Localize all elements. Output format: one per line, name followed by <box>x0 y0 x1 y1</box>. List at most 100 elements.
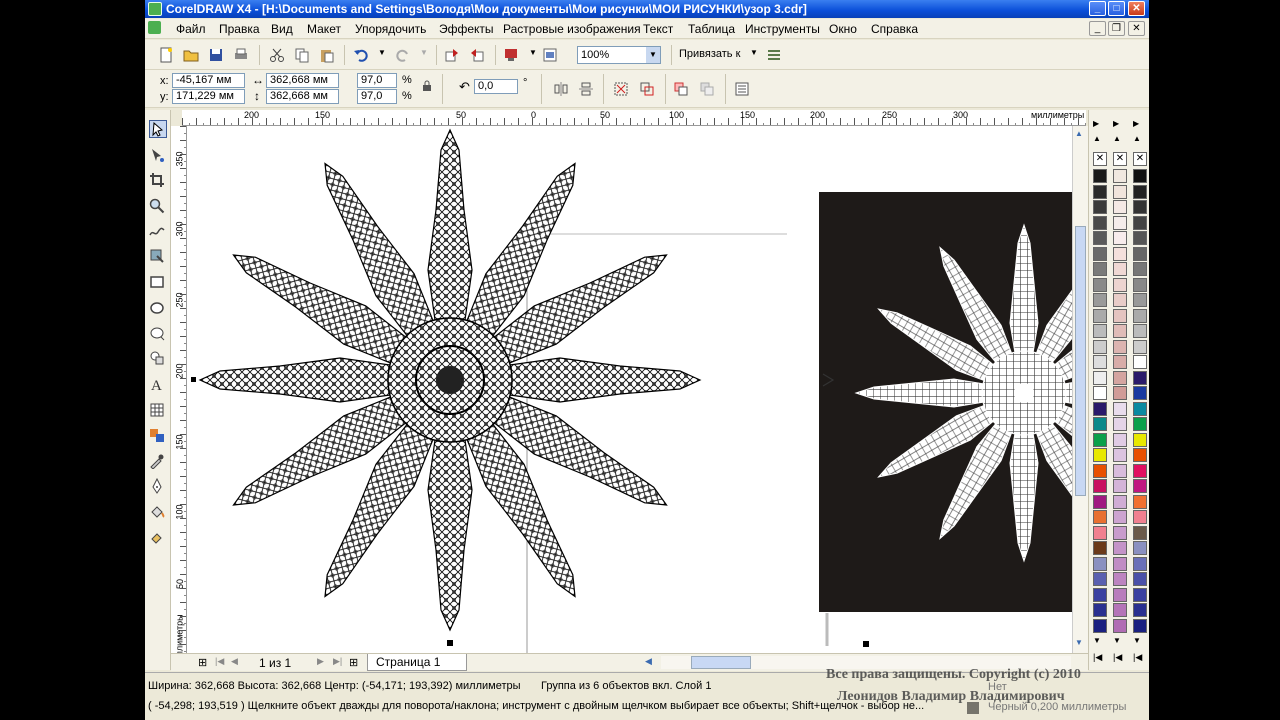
color-swatch[interactable] <box>1093 525 1107 540</box>
color-swatch[interactable] <box>1113 262 1127 276</box>
color-swatch[interactable] <box>1093 386 1107 400</box>
color-swatch[interactable] <box>1093 463 1107 478</box>
palette-scroll-icon[interactable]: ▲ <box>1093 134 1101 143</box>
new-document-icon[interactable] <box>158 47 174 63</box>
color-swatch[interactable] <box>1133 603 1147 617</box>
color-swatch[interactable] <box>1093 603 1107 617</box>
menu-layout[interactable]: Макет <box>307 22 341 36</box>
eyedropper-tool[interactable] <box>149 453 167 471</box>
color-swatch[interactable] <box>1093 370 1107 385</box>
palette-scroll-down-icon[interactable]: ▼ <box>1133 636 1141 645</box>
snap-to-label[interactable]: Привязать к <box>679 48 740 60</box>
export-icon[interactable] <box>469 47 485 63</box>
color-swatch[interactable] <box>1113 386 1127 400</box>
menu-view[interactable]: Вид <box>271 22 293 36</box>
color-swatch[interactable] <box>1093 587 1107 602</box>
undo-icon[interactable] <box>353 47 369 63</box>
color-swatch[interactable] <box>1113 231 1127 245</box>
color-swatch[interactable] <box>1133 324 1147 338</box>
color-swatch[interactable] <box>1093 401 1107 416</box>
doc-minimize-button[interactable]: _ <box>1089 21 1106 36</box>
color-swatch[interactable] <box>1133 215 1147 230</box>
color-swatch[interactable] <box>1093 169 1107 183</box>
color-swatch[interactable] <box>1113 401 1127 416</box>
y-position-field[interactable]: 171,229 мм <box>172 89 245 104</box>
color-swatch[interactable] <box>1113 370 1127 385</box>
color-swatch[interactable] <box>1133 355 1147 369</box>
palette-menu-icon[interactable]: |◀ <box>1133 652 1142 663</box>
color-swatch[interactable] <box>1093 556 1107 571</box>
color-swatch[interactable] <box>1113 215 1127 230</box>
ungroup-icon[interactable] <box>639 81 655 97</box>
zoom-level-select[interactable]: 100% ▼ <box>577 46 661 64</box>
menu-window[interactable]: Окно <box>829 22 857 36</box>
close-button[interactable]: ✕ <box>1128 1 1145 16</box>
paste-icon[interactable] <box>319 47 335 63</box>
color-swatch[interactable] <box>1113 541 1127 555</box>
color-swatch[interactable] <box>1093 572 1107 586</box>
add-page-after-icon[interactable]: ⊞ <box>349 656 358 669</box>
vertical-scrollbar[interactable]: ▲ ▼ <box>1072 126 1088 653</box>
vertical-scroll-thumb[interactable] <box>1075 226 1086 496</box>
menu-text[interactable]: Текст <box>643 22 673 36</box>
color-swatch[interactable] <box>1113 479 1127 493</box>
zoom-tool[interactable] <box>149 198 167 216</box>
palette-menu-icon[interactable]: |◀ <box>1093 652 1102 663</box>
fill-tool[interactable] <box>149 504 167 522</box>
menu-edit[interactable]: Правка <box>219 22 260 36</box>
color-swatch[interactable] <box>1133 401 1147 416</box>
combine-icon[interactable] <box>673 81 689 97</box>
break-apart-icon[interactable] <box>699 81 715 97</box>
menu-effects[interactable]: Эффекты <box>439 22 494 36</box>
smart-fill-tool[interactable] <box>149 248 167 266</box>
color-swatch[interactable] <box>1133 510 1147 524</box>
scale-y-field[interactable]: 97,0 <box>357 89 397 104</box>
mirror-horizontal-icon[interactable] <box>553 81 569 97</box>
color-swatch[interactable] <box>1113 339 1127 354</box>
rotation-field[interactable]: 0,0 <box>474 79 518 94</box>
width-field[interactable]: 362,668 мм <box>266 73 339 88</box>
menu-bitmaps[interactable]: Растровые изображения <box>503 22 641 36</box>
color-swatch[interactable] <box>1093 324 1107 338</box>
snap-dropdown-icon[interactable]: ▼ <box>750 48 758 57</box>
color-swatch[interactable] <box>1133 556 1147 571</box>
color-swatch[interactable] <box>1113 572 1127 586</box>
outline-tool[interactable] <box>149 477 167 496</box>
options-icon[interactable] <box>766 47 782 63</box>
maximize-button[interactable]: □ <box>1108 1 1125 16</box>
palette-scroll-up-icon[interactable]: ▶ <box>1093 119 1099 128</box>
color-swatch[interactable] <box>1113 448 1127 462</box>
color-swatch[interactable] <box>1113 417 1127 431</box>
palette-scroll-up-icon[interactable]: ▶ <box>1113 119 1119 128</box>
last-page-icon[interactable]: ▶| <box>333 656 342 667</box>
save-icon[interactable] <box>208 47 224 63</box>
interactive-fill-tool[interactable] <box>149 529 167 547</box>
height-field[interactable]: 362,668 мм <box>266 89 339 104</box>
color-swatch[interactable] <box>1133 448 1147 462</box>
menu-tools[interactable]: Инструменты <box>745 22 820 36</box>
scale-x-field[interactable]: 97,0 <box>357 73 397 88</box>
palette-scroll-icon[interactable]: ▲ <box>1113 134 1121 143</box>
color-swatch[interactable] <box>1113 308 1127 323</box>
color-swatch[interactable] <box>1113 169 1127 183</box>
color-swatch[interactable] <box>1113 463 1127 478</box>
color-swatch[interactable] <box>1093 541 1107 555</box>
selection-handle[interactable] <box>191 377 196 382</box>
color-swatch[interactable] <box>1133 277 1147 292</box>
color-swatch[interactable] <box>1093 231 1107 245</box>
color-swatch[interactable] <box>1093 339 1107 354</box>
color-swatch[interactable] <box>1113 246 1127 261</box>
palette-scroll-up-icon[interactable]: ▶ <box>1133 119 1139 128</box>
menu-arrange[interactable]: Упорядочить <box>355 22 426 36</box>
mirror-vertical-icon[interactable] <box>578 81 594 97</box>
color-swatch[interactable] <box>1113 618 1127 633</box>
color-swatch[interactable] <box>1133 339 1147 354</box>
color-swatch[interactable] <box>1093 448 1107 462</box>
color-swatch[interactable] <box>1133 169 1147 183</box>
launcher-dropdown-icon[interactable]: ▼ <box>529 48 537 57</box>
application-launcher-icon[interactable] <box>503 47 519 63</box>
color-swatch[interactable] <box>1093 293 1107 307</box>
palette-scroll-icon[interactable]: ▲ <box>1133 134 1141 143</box>
print-icon[interactable] <box>233 47 249 63</box>
color-swatch[interactable] <box>1133 618 1147 633</box>
